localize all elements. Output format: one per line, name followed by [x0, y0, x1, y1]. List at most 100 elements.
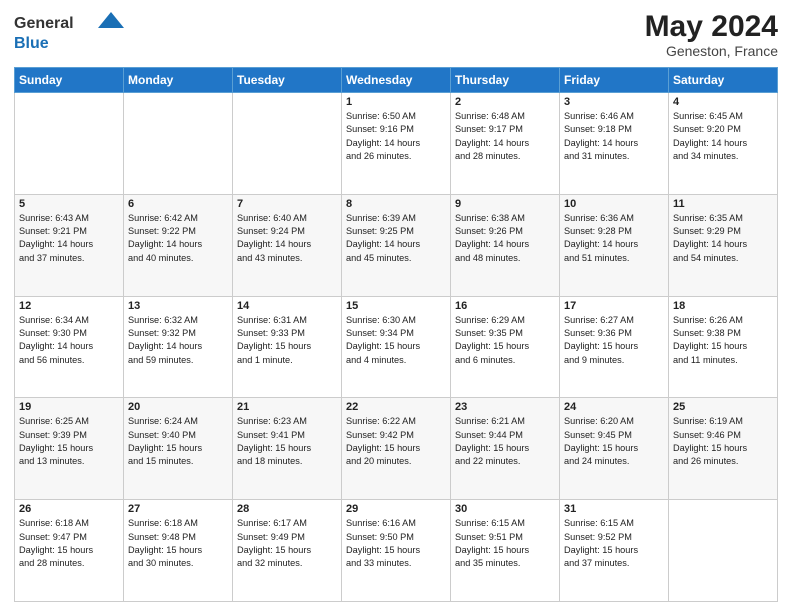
- svg-text:General: General: [14, 15, 74, 32]
- calendar-cell: 16 Sunrise: 6:29 AM Sunset: 9:35 PM Dayli…: [451, 296, 560, 398]
- calendar-week-row: 26 Sunrise: 6:18 AM Sunset: 9:47 PM Dayli…: [15, 500, 778, 602]
- calendar-cell: [669, 500, 778, 602]
- cell-content: Sunrise: 6:19 AM Sunset: 9:46 PM Dayligh…: [673, 415, 773, 468]
- day-number: 16: [455, 300, 555, 312]
- cell-content: Sunrise: 6:31 AM Sunset: 9:33 PM Dayligh…: [237, 314, 337, 367]
- day-number: 14: [237, 300, 337, 312]
- calendar-cell: 6 Sunrise: 6:42 AM Sunset: 9:22 PM Daylig…: [124, 194, 233, 296]
- cell-content: Sunrise: 6:23 AM Sunset: 9:41 PM Dayligh…: [237, 415, 337, 468]
- cell-content: Sunrise: 6:48 AM Sunset: 9:17 PM Dayligh…: [455, 110, 555, 163]
- cell-content: Sunrise: 6:34 AM Sunset: 9:30 PM Dayligh…: [19, 314, 119, 367]
- calendar-cell: 19 Sunrise: 6:25 AM Sunset: 9:39 PM Dayli…: [15, 398, 124, 500]
- location: Geneston, France: [645, 43, 778, 59]
- day-number: 17: [564, 300, 664, 312]
- logo: General Blue: [14, 10, 124, 54]
- col-header-thursday: Thursday: [451, 68, 560, 93]
- cell-content: Sunrise: 6:21 AM Sunset: 9:44 PM Dayligh…: [455, 415, 555, 468]
- day-number: 10: [564, 198, 664, 210]
- calendar-cell: 28 Sunrise: 6:17 AM Sunset: 9:49 PM Dayli…: [233, 500, 342, 602]
- cell-content: Sunrise: 6:30 AM Sunset: 9:34 PM Dayligh…: [346, 314, 446, 367]
- calendar-week-row: 1 Sunrise: 6:50 AM Sunset: 9:16 PM Daylig…: [15, 93, 778, 195]
- calendar-cell: 14 Sunrise: 6:31 AM Sunset: 9:33 PM Dayli…: [233, 296, 342, 398]
- cell-content: Sunrise: 6:24 AM Sunset: 9:40 PM Dayligh…: [128, 415, 228, 468]
- col-header-sunday: Sunday: [15, 68, 124, 93]
- calendar-cell: [233, 93, 342, 195]
- day-number: 3: [564, 96, 664, 108]
- calendar-cell: 27 Sunrise: 6:18 AM Sunset: 9:48 PM Dayli…: [124, 500, 233, 602]
- svg-text:Blue: Blue: [14, 35, 49, 52]
- cell-content: Sunrise: 6:42 AM Sunset: 9:22 PM Dayligh…: [128, 212, 228, 265]
- calendar-cell: 9 Sunrise: 6:38 AM Sunset: 9:26 PM Daylig…: [451, 194, 560, 296]
- title-block: May 2024 Geneston, France: [645, 10, 778, 59]
- cell-content: Sunrise: 6:38 AM Sunset: 9:26 PM Dayligh…: [455, 212, 555, 265]
- day-number: 1: [346, 96, 446, 108]
- calendar-cell: 21 Sunrise: 6:23 AM Sunset: 9:41 PM Dayli…: [233, 398, 342, 500]
- calendar-cell: [124, 93, 233, 195]
- cell-content: Sunrise: 6:50 AM Sunset: 9:16 PM Dayligh…: [346, 110, 446, 163]
- cell-content: Sunrise: 6:29 AM Sunset: 9:35 PM Dayligh…: [455, 314, 555, 367]
- calendar-cell: 2Sunrise: 6:48 AM Sunset: 9:17 PM Daylig…: [451, 93, 560, 195]
- calendar-table: SundayMondayTuesdayWednesdayThursdayFrid…: [14, 67, 778, 602]
- calendar-cell: 18Sunrise: 6:26 AM Sunset: 9:38 PM Dayli…: [669, 296, 778, 398]
- day-number: 26: [19, 503, 119, 515]
- calendar-cell: 13 Sunrise: 6:32 AM Sunset: 9:32 PM Dayli…: [124, 296, 233, 398]
- calendar-cell: 31 Sunrise: 6:15 AM Sunset: 9:52 PM Dayli…: [560, 500, 669, 602]
- calendar-cell: 22 Sunrise: 6:22 AM Sunset: 9:42 PM Dayli…: [342, 398, 451, 500]
- cell-content: Sunrise: 6:32 AM Sunset: 9:32 PM Dayligh…: [128, 314, 228, 367]
- cell-content: Sunrise: 6:25 AM Sunset: 9:39 PM Dayligh…: [19, 415, 119, 468]
- calendar-cell: 17 Sunrise: 6:27 AM Sunset: 9:36 PM Dayli…: [560, 296, 669, 398]
- day-number: 22: [346, 401, 446, 413]
- col-header-tuesday: Tuesday: [233, 68, 342, 93]
- calendar-cell: 29 Sunrise: 6:16 AM Sunset: 9:50 PM Dayli…: [342, 500, 451, 602]
- calendar-cell: 4 Sunrise: 6:45 AM Sunset: 9:20 PM Daylig…: [669, 93, 778, 195]
- day-number: 18: [673, 300, 773, 312]
- cell-content: Sunrise: 6:17 AM Sunset: 9:49 PM Dayligh…: [237, 517, 337, 570]
- calendar-cell: 10 Sunrise: 6:36 AM Sunset: 9:28 PM Dayli…: [560, 194, 669, 296]
- cell-content: Sunrise: 6:18 AM Sunset: 9:48 PM Dayligh…: [128, 517, 228, 570]
- day-number: 4: [673, 96, 773, 108]
- cell-content: Sunrise: 6:27 AM Sunset: 9:36 PM Dayligh…: [564, 314, 664, 367]
- calendar-cell: 15Sunrise: 6:30 AM Sunset: 9:34 PM Dayli…: [342, 296, 451, 398]
- day-number: 23: [455, 401, 555, 413]
- col-header-monday: Monday: [124, 68, 233, 93]
- day-number: 12: [19, 300, 119, 312]
- cell-content: Sunrise: 6:15 AM Sunset: 9:51 PM Dayligh…: [455, 517, 555, 570]
- day-number: 29: [346, 503, 446, 515]
- calendar-week-row: 19 Sunrise: 6:25 AM Sunset: 9:39 PM Dayli…: [15, 398, 778, 500]
- calendar-cell: 25 Sunrise: 6:19 AM Sunset: 9:46 PM Dayli…: [669, 398, 778, 500]
- cell-content: Sunrise: 6:20 AM Sunset: 9:45 PM Dayligh…: [564, 415, 664, 468]
- col-header-saturday: Saturday: [669, 68, 778, 93]
- day-number: 7: [237, 198, 337, 210]
- day-number: 6: [128, 198, 228, 210]
- cell-content: Sunrise: 6:36 AM Sunset: 9:28 PM Dayligh…: [564, 212, 664, 265]
- calendar-cell: 3Sunrise: 6:46 AM Sunset: 9:18 PM Daylig…: [560, 93, 669, 195]
- cell-content: Sunrise: 6:16 AM Sunset: 9:50 PM Dayligh…: [346, 517, 446, 570]
- day-number: 13: [128, 300, 228, 312]
- cell-content: Sunrise: 6:22 AM Sunset: 9:42 PM Dayligh…: [346, 415, 446, 468]
- calendar-cell: 8Sunrise: 6:39 AM Sunset: 9:25 PM Daylig…: [342, 194, 451, 296]
- day-number: 19: [19, 401, 119, 413]
- calendar-cell: [15, 93, 124, 195]
- calendar-cell: 1 Sunrise: 6:50 AM Sunset: 9:16 PM Daylig…: [342, 93, 451, 195]
- calendar-week-row: 12 Sunrise: 6:34 AM Sunset: 9:30 PM Dayli…: [15, 296, 778, 398]
- day-number: 9: [455, 198, 555, 210]
- day-number: 30: [455, 503, 555, 515]
- header: General Blue May 2024 Geneston, France: [14, 10, 778, 59]
- day-number: 28: [237, 503, 337, 515]
- cell-content: Sunrise: 6:15 AM Sunset: 9:52 PM Dayligh…: [564, 517, 664, 570]
- month-year: May 2024: [645, 10, 778, 43]
- cell-content: Sunrise: 6:45 AM Sunset: 9:20 PM Dayligh…: [673, 110, 773, 163]
- day-number: 20: [128, 401, 228, 413]
- calendar-cell: 26 Sunrise: 6:18 AM Sunset: 9:47 PM Dayli…: [15, 500, 124, 602]
- day-number: 24: [564, 401, 664, 413]
- day-number: 21: [237, 401, 337, 413]
- day-number: 25: [673, 401, 773, 413]
- calendar-cell: 12 Sunrise: 6:34 AM Sunset: 9:30 PM Dayli…: [15, 296, 124, 398]
- cell-content: Sunrise: 6:18 AM Sunset: 9:47 PM Dayligh…: [19, 517, 119, 570]
- day-number: 27: [128, 503, 228, 515]
- calendar-cell: 23 Sunrise: 6:21 AM Sunset: 9:44 PM Dayli…: [451, 398, 560, 500]
- col-header-wednesday: Wednesday: [342, 68, 451, 93]
- day-number: 31: [564, 503, 664, 515]
- col-header-friday: Friday: [560, 68, 669, 93]
- calendar-cell: 7Sunrise: 6:40 AM Sunset: 9:24 PM Daylig…: [233, 194, 342, 296]
